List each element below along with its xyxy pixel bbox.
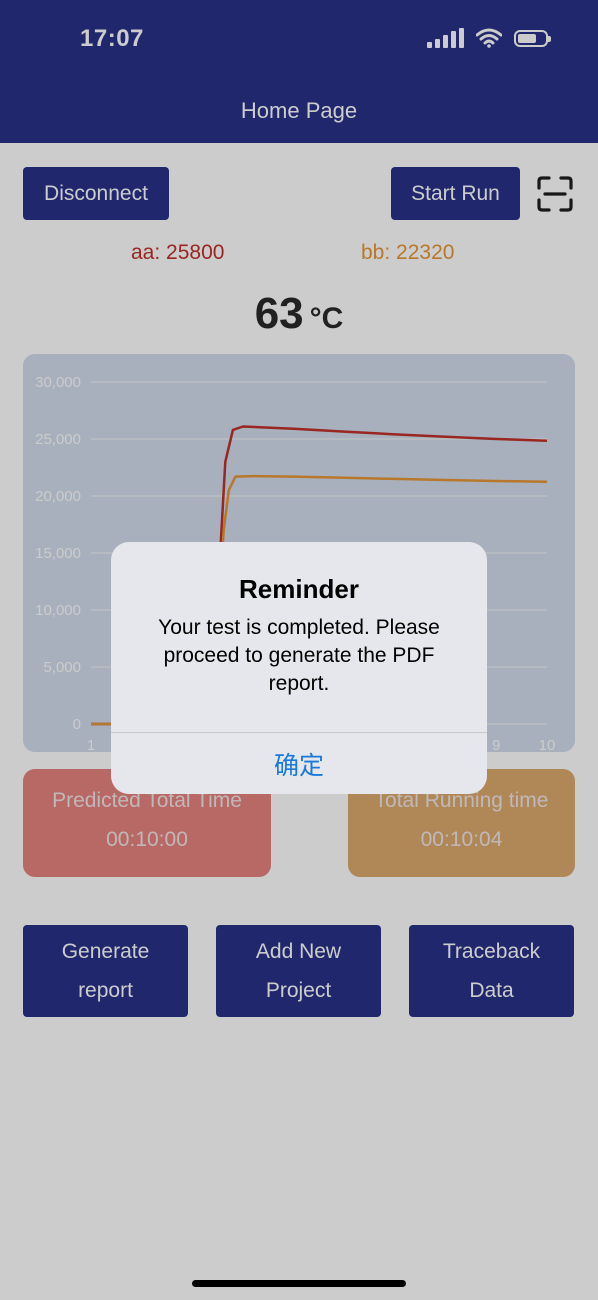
alert-message: Your test is completed. Please proceed t…	[158, 616, 440, 695]
home-indicator[interactable]	[192, 1280, 406, 1287]
confirm-button[interactable]: 确定	[111, 733, 487, 794]
reminder-alert: Reminder Your test is completed. Please …	[111, 542, 487, 794]
alert-title: Reminder	[239, 574, 359, 604]
